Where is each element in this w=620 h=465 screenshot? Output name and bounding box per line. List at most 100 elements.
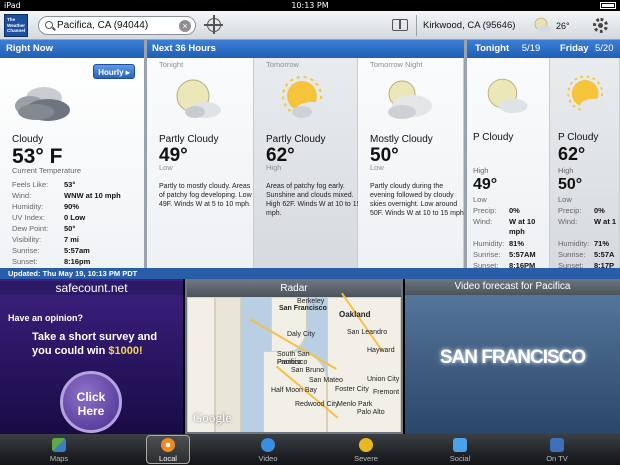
day-temp: 49° [473,176,498,193]
video-forecast-panel[interactable]: Video forecast for Pacifica SAN FRANCISC… [405,279,620,434]
humidity-value: 71% [594,239,610,248]
weather-channel-logo: The Weather Channel [4,14,28,37]
forecast-label: Tonight [159,60,184,69]
search-input[interactable]: Pacifica, CA (94044) × [38,16,196,35]
wind-value: W at 10 mph [509,217,536,236]
tab-label: Video [258,454,278,463]
day-tonight[interactable]: P Cloudy High 49° Low Precip: 0% Wind: W… [467,58,550,270]
day-condition: P Cloudy [473,132,514,143]
map-label: Oakland [339,310,371,319]
day-temp-low: 50° [558,176,583,193]
sunrise-label: Sunrise: [12,246,40,255]
tab-video[interactable]: Video [233,434,303,465]
status-time: 10:13 PM [291,1,329,10]
ad-click-here-button[interactable]: Click Here [60,371,122,433]
precip-value: 0% [594,206,605,215]
severe-icon [359,438,373,452]
sunset-value: 8:16pm [64,257,91,266]
friday-header-label: Friday [560,43,589,54]
visibility-value: 7 mi [64,235,80,244]
secondary-temp: 26° [556,21,570,31]
sunrise-value: 5:57am [64,246,90,255]
map-label: San Leandro [347,329,388,336]
dew-point-value: 50° [64,224,76,233]
map-label: Redwood City [295,401,339,408]
tab-local[interactable]: Local [133,434,203,465]
video-title: Video forecast for Pacifica [405,279,620,295]
day-temp-high: 62° [558,144,586,164]
map-label: Menlo Park [337,401,373,408]
forecast-tomorrow-night[interactable]: Tomorrow Night Mostly Cloudy 50° Low Par… [358,58,466,270]
secondary-location-label[interactable]: Kirkwood, CA (95646) [423,20,515,31]
sunset-label: Sunset: [12,257,38,266]
saved-locations-book-icon[interactable] [392,19,408,31]
feels-like-label: Feels Like: [12,180,49,189]
daily-header: Tonight 5/19 Friday 5/20 [467,40,620,58]
maps-icon [52,438,66,452]
map-label: Pacifica [277,359,302,366]
forecast-condition: Partly Cloudy [266,134,326,145]
top-toolbar: The Weather Channel Pacifica, CA (94044)… [0,11,620,40]
map-label: San Mateo [309,377,343,384]
sunrise-label: Sunrise: [473,250,501,259]
right-now-panel: Hourly ▸ Cloudy 53° F Current Temperatur… [0,58,144,270]
day-friday[interactable]: P Cloudy 62° High 50° Low Precip: 0% Win… [550,58,620,270]
humidity-value: 90% [64,202,80,211]
battery-icon [598,1,616,10]
social-icon [453,438,467,452]
forecast-hl: Low [370,163,384,172]
day-hl-low: Low [558,195,572,204]
partly-cloudy-night-icon [487,78,528,114]
forecast-tomorrow[interactable]: Tomorrow Partly Cloudy 62° High Areas of… [254,58,361,270]
tab-severe[interactable]: Severe [331,434,401,465]
clear-search-button[interactable]: × [179,20,191,32]
map-label: Fremont [373,389,400,396]
partly-cloudy-night-icon [534,17,551,33]
current-temp-caption: Current Temperature [12,166,82,175]
video-caption: SAN FRANCISCO [439,347,586,368]
humidity-label: Humidity: [473,239,505,248]
tonight-header-label: Tonight [475,43,510,54]
cloudy-icon [15,87,70,121]
map-label: Palo Alto [357,409,385,416]
ad-amount: $1000! [108,345,143,357]
tab-social[interactable]: Social [425,434,495,465]
map-label: Half Moon Bay [271,387,317,394]
partly-cloudy-day-icon [567,75,609,114]
forecast-tonight[interactable]: Tonight Partly Cloudy 49° Low Partly to … [147,58,254,270]
tab-bar: Maps Local Video Severe Social On TV [0,434,620,465]
map-label: San Francisco [279,305,327,312]
sunrise-label: Sunrise: [558,250,586,259]
friday-header-date: 5/20 [595,43,614,54]
wind-label: Wind: [558,217,578,226]
wind-label: Wind: [12,191,32,200]
hourly-button[interactable]: Hourly ▸ [93,64,135,79]
current-condition: Cloudy [12,134,44,145]
local-icon [161,438,175,452]
forecast-condition: Mostly Cloudy [370,134,433,145]
radar-panel[interactable]: Radar Berkeley San Francisco Oakland Dal… [185,279,403,434]
day-condition: P Cloudy [558,132,599,143]
tab-maps[interactable]: Maps [24,434,94,465]
survey-ad[interactable]: safecount.net Have an opinion? Take a sh… [0,279,183,434]
map-label: Foster City [335,386,369,393]
on-tv-icon [550,438,564,452]
uv-value: 0 Low [64,213,86,222]
mostly-cloudy-night-icon [388,80,432,119]
gear-icon[interactable] [593,18,608,33]
search-value: Pacifica, CA (94044) [57,20,149,31]
precip-label: Precip: [473,206,497,215]
tab-label: Local [159,454,177,463]
wind-value: WNW at 10 mph [64,191,121,200]
google-logo: Google [193,410,232,425]
video-icon [261,438,275,452]
tab-on-tv[interactable]: On TV [522,434,592,465]
ad-brand: safecount.net [0,281,183,295]
dew-point-label: Dew Point: [12,224,49,233]
sunrise-value: 5:57AM [509,250,536,259]
precip-value: 0% [509,206,520,215]
locate-me-icon[interactable] [204,15,223,34]
partly-cloudy-day-icon [282,76,328,118]
next36-title: Next 36 Hours [152,43,216,54]
radar-title: Radar [187,281,401,297]
